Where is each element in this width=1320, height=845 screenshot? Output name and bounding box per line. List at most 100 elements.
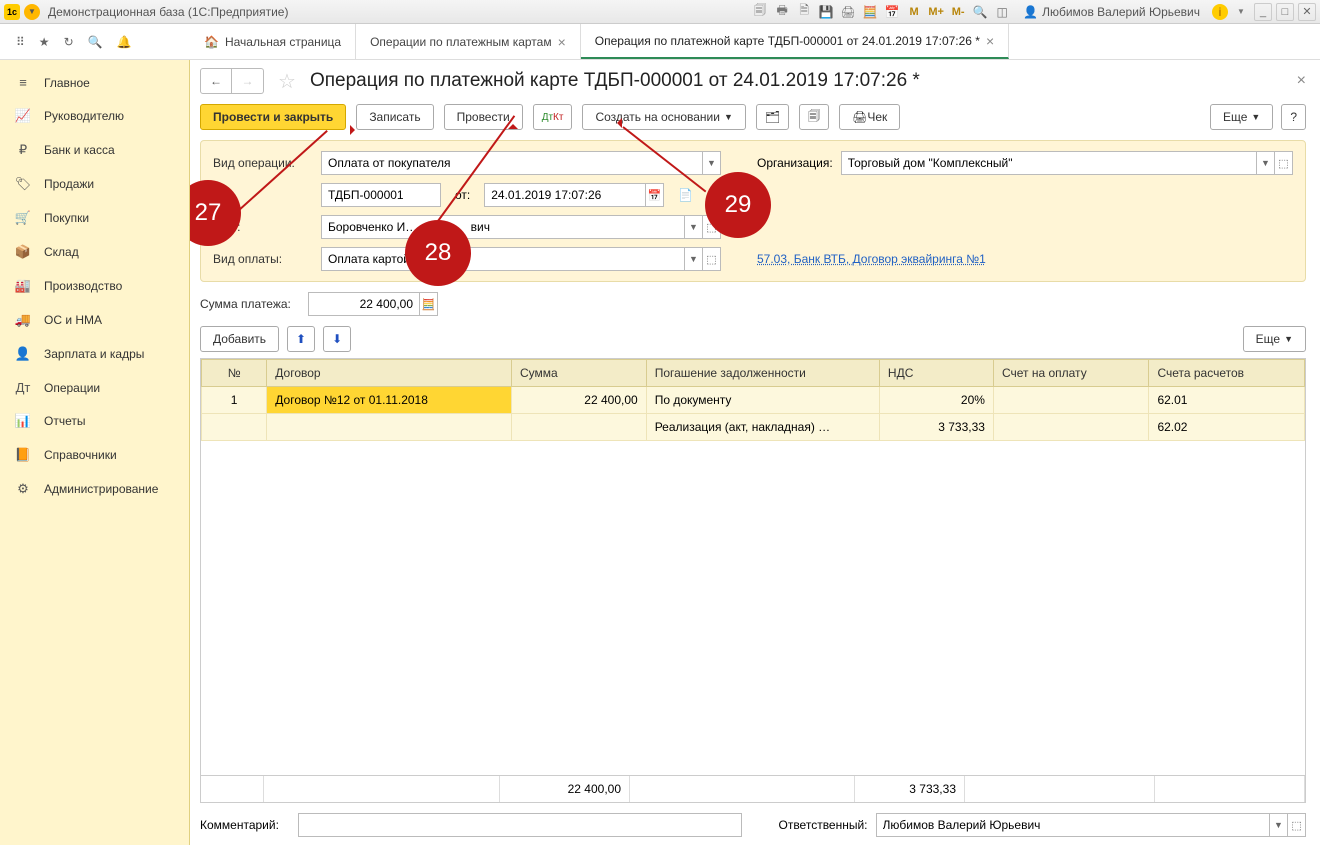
nav-back-button[interactable]: ← [200,68,232,94]
grid-more-button[interactable]: Еще▼ [1243,326,1306,352]
print-icon[interactable]: 🖶 [773,3,791,21]
sidebar-item[interactable]: 🚚ОС и НМА [0,303,189,337]
favorite-icon[interactable]: ★ [39,35,50,49]
org-field[interactable] [848,156,1250,170]
sidebar-item[interactable]: 📈Руководителю [0,99,189,133]
sidebar-item[interactable]: 🏷Продажи [0,167,189,201]
nav-forward-button[interactable]: → [232,68,264,94]
close-window-button[interactable]: ✕ [1298,3,1316,21]
acquiring-link[interactable]: 57.03, Банк ВТБ, Договор эквайринга №1 [757,252,986,266]
sidebar-item[interactable]: ⚙Администрирование [0,472,189,506]
tab-home[interactable]: 🏠 Начальная страница [190,24,356,59]
doc-date-field[interactable] [491,188,639,202]
zoom-icon[interactable]: 🔍 [971,3,989,21]
counterparty-field[interactable] [328,220,678,234]
app-menu-dropdown[interactable]: ▼ [24,4,40,20]
create-based-on-button[interactable]: Создать на основании▼ [582,104,745,130]
favorite-star-icon[interactable]: ☆ [278,69,296,94]
org-open-button[interactable]: ⬚ [1275,151,1293,175]
responsible-dropdown[interactable]: ▼ [1270,813,1288,837]
sidebar-item[interactable]: 🛒Покупки [0,201,189,235]
more-button[interactable]: Еще▼ [1210,104,1273,130]
help-button[interactable]: ? [1281,104,1306,130]
tab-operation-card[interactable]: Операция по платежной карте ТДБП-000001 … [581,24,1009,59]
calc-icon[interactable]: 🧮 [861,3,879,21]
m-plus-button[interactable]: M+ [927,3,945,21]
table-cell[interactable]: 22 400,00 [511,387,646,414]
structure-button[interactable]: 🗂 [756,104,789,130]
column-header[interactable]: Погашение задолженности [646,360,879,387]
op-type-dropdown[interactable]: ▼ [703,151,721,175]
table-row[interactable]: 1Договор №12 от 01.11.201822 400,00По до… [202,387,1305,414]
counterparty-dropdown[interactable]: ▼ [685,215,703,239]
sidebar-item[interactable]: ₽Банк и касса [0,133,189,167]
sidebar-item[interactable]: ДтОперации [0,371,189,404]
history-icon[interactable]: ↻ [64,35,74,49]
save-button[interactable]: Записать [356,104,433,130]
sidebar-item[interactable]: 📊Отчеты [0,404,189,438]
save-disk-icon[interactable]: 💾 [817,3,835,21]
calendar-button[interactable]: 📅 [646,183,664,207]
panels-icon[interactable]: ◫ [993,3,1011,21]
bell-icon[interactable]: 🔔 [117,35,132,49]
minimize-button[interactable]: _ [1254,3,1272,21]
column-header[interactable]: Счета расчетов [1149,360,1305,387]
sidebar-item[interactable]: 📦Склад [0,235,189,269]
table-cell[interactable] [511,414,646,441]
sidebar-item[interactable]: ≡Главное [0,66,189,99]
table-cell[interactable] [993,387,1148,414]
close-icon[interactable]: × [986,33,994,49]
printer-icon[interactable]: 🖨 [839,3,857,21]
table-cell[interactable]: 62.01 [1149,387,1305,414]
post-and-close-button[interactable]: Провести и закрыть [200,104,346,130]
table-cell[interactable] [202,414,267,441]
column-header[interactable]: № [202,360,267,387]
table-cell[interactable]: 62.02 [1149,414,1305,441]
sidebar-item[interactable]: 🏭Производство [0,269,189,303]
org-dropdown[interactable]: ▼ [1257,151,1275,175]
search-icon[interactable]: 🔍 [88,35,103,49]
column-header[interactable]: Сумма [511,360,646,387]
comment-field[interactable] [305,818,735,832]
close-page-button[interactable]: × [1297,72,1306,90]
info-dropdown[interactable]: ▼ [1232,3,1250,21]
apps-icon[interactable]: ⠿ [16,35,25,49]
table-cell[interactable]: Договор №12 от 01.11.2018 [267,387,512,414]
sidebar-item[interactable]: 👤Зарплата и кадры [0,337,189,371]
table-cell[interactable] [993,414,1148,441]
sidebar-item[interactable]: 📙Справочники [0,438,189,472]
receipt-button[interactable]: 🖨 Чек [839,104,900,130]
table-cell[interactable]: 20% [879,387,993,414]
op-type-field[interactable] [328,156,696,170]
pay-type-dropdown[interactable]: ▼ [685,247,703,271]
table-cell[interactable] [267,414,512,441]
column-header[interactable]: НДС [879,360,993,387]
move-down-button[interactable]: ⬇ [323,326,351,352]
responsible-field[interactable] [883,818,1263,832]
table-cell[interactable]: По документу [646,387,879,414]
toolbar-icon[interactable]: 🗐 [751,3,769,21]
sum-field[interactable] [315,297,413,311]
add-row-button[interactable]: Добавить [200,326,279,352]
column-header[interactable]: Счет на оплату [993,360,1148,387]
detail-table[interactable]: №ДоговорСуммаПогашение задолженностиНДСС… [201,359,1305,441]
doc-icon[interactable]: 🗎 [795,3,813,21]
dtkt-button[interactable]: ДтКт [533,104,573,130]
maximize-button[interactable]: □ [1276,3,1294,21]
files-button[interactable]: 🗐 [799,104,829,130]
calculator-button[interactable]: 🧮 [420,292,438,316]
tab-operations-list[interactable]: Операции по платежным картам × [356,24,581,59]
responsible-open[interactable]: ⬚ [1288,813,1306,837]
pay-type-open[interactable]: ⬚ [703,247,721,271]
m-button[interactable]: M [905,3,923,21]
table-cell[interactable]: Реализация (акт, накладная) … [646,414,879,441]
user-menu[interactable]: 👤Любимов Валерий Юрьевич [1023,5,1200,19]
table-cell[interactable]: 3 733,33 [879,414,993,441]
move-up-button[interactable]: ⬆ [287,326,315,352]
table-cell[interactable]: 1 [202,387,267,414]
close-icon[interactable]: × [558,34,566,50]
info-icon[interactable]: i [1212,4,1228,20]
table-row[interactable]: Реализация (акт, накладная) …3 733,33 62.… [202,414,1305,441]
column-header[interactable]: Договор [267,360,512,387]
calendar-icon[interactable]: 📅 [883,3,901,21]
